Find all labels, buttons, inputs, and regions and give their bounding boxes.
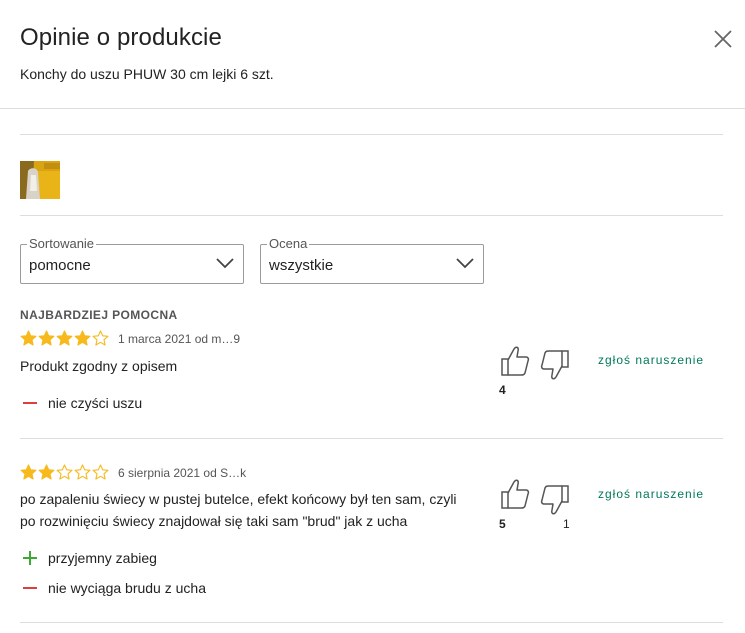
thumbs-down-icon[interactable] — [540, 484, 570, 516]
helpful-count: 4 — [499, 383, 506, 397]
report-link[interactable]: zgłoś naruszenie — [598, 487, 704, 501]
minus-icon — [23, 402, 37, 404]
star-filled-icon — [20, 330, 37, 346]
star-filled-icon — [38, 464, 55, 480]
minus-icon — [23, 587, 37, 589]
review-text: Produkt zgodny z opisem — [20, 355, 177, 377]
chevron-down-icon — [456, 258, 474, 269]
star-filled-icon — [38, 330, 55, 346]
modal-title: Opinie o produkcie — [20, 24, 222, 51]
con-text: nie czyści uszu — [48, 395, 143, 411]
sort-select[interactable]: Sortowanie pomocne — [20, 237, 244, 284]
modal-header: Opinie o produkcie Konchy do uszu PHUW 3… — [0, 0, 745, 109]
review-text-line: po zapaleniu świecy w pustej butelce, ef… — [20, 491, 457, 507]
rating-filter-label: Ocena — [267, 236, 310, 251]
star-empty-icon — [74, 464, 91, 480]
review-pro: przyjemny zabieg — [22, 550, 157, 566]
review-con: nie czyści uszu — [22, 395, 142, 411]
divider — [20, 622, 723, 623]
thumbs-down-icon[interactable] — [540, 349, 570, 381]
star-filled-icon — [74, 330, 91, 346]
pro-text: przyjemny zabieg — [48, 550, 157, 566]
review-meta: 1 marca 2021 od m…9 — [118, 332, 241, 346]
thumbs-up-icon[interactable] — [500, 478, 530, 510]
review-stars — [20, 464, 109, 480]
star-empty-icon — [92, 464, 109, 480]
unhelpful-count: 1 — [563, 517, 570, 531]
review-stars — [20, 330, 109, 346]
most-helpful-badge: NAJBARDZIEJ POMOCNA — [20, 308, 178, 322]
plus-icon — [23, 551, 37, 565]
sort-label: Sortowanie — [27, 236, 97, 251]
star-filled-icon — [20, 464, 37, 480]
chevron-down-icon — [216, 258, 234, 269]
report-link[interactable]: zgłoś naruszenie — [598, 353, 704, 367]
con-text: nie wyciąga brudu z ucha — [48, 580, 206, 596]
review-text-line: po rozwinięciu świecy znajdował się taki… — [20, 513, 408, 529]
review-text-line: Produkt zgodny z opisem — [20, 358, 178, 374]
star-empty-icon — [56, 464, 73, 480]
review-photo-thumbnail[interactable] — [20, 161, 60, 199]
review-meta: 6 sierpnia 2021 od S…k — [118, 466, 247, 480]
divider — [20, 215, 723, 216]
star-empty-icon — [92, 330, 109, 346]
product-name: Konchy do uszu PHUW 30 cm lejki 6 szt. — [20, 66, 274, 82]
review-text: po zapaleniu świecy w pustej butelce, ef… — [20, 488, 457, 532]
review-con: nie wyciąga brudu z ucha — [22, 580, 206, 596]
rating-filter-select[interactable]: Ocena wszystkie — [260, 237, 484, 284]
star-filled-icon — [56, 330, 73, 346]
divider — [20, 438, 723, 439]
rating-filter-value: wszystkie — [269, 257, 334, 274]
helpful-count: 5 — [499, 517, 506, 531]
close-icon[interactable] — [712, 28, 734, 50]
sort-value: pomocne — [29, 257, 91, 274]
divider — [20, 134, 723, 135]
thumbs-up-icon[interactable] — [500, 345, 530, 377]
